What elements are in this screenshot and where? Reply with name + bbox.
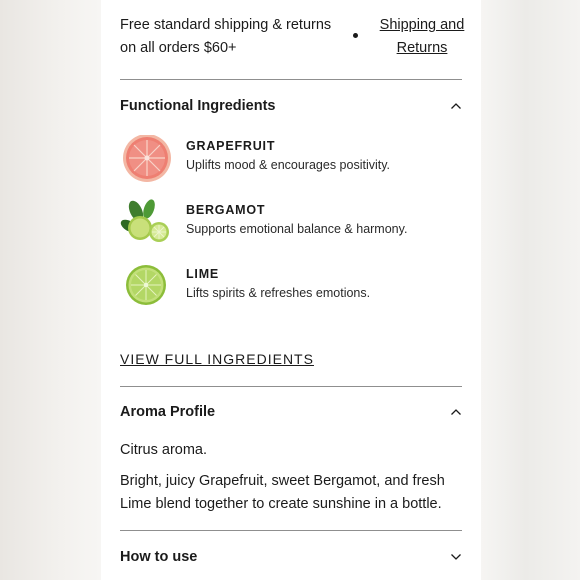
- bullet-separator: [353, 33, 358, 38]
- chevron-up-icon: [451, 409, 461, 415]
- ingredient-name: BERGAMOT: [186, 203, 266, 217]
- chevron-up-icon: [451, 103, 461, 109]
- chevron-down-icon: [451, 554, 461, 560]
- aroma-description: Bright, juicy Grapefruit, sweet Bergamot…: [120, 473, 445, 512]
- background-right: [481, 0, 580, 580]
- view-full-ingredients-link[interactable]: VIEW FULL INGREDIENTS: [120, 351, 314, 367]
- functional-ingredients-header[interactable]: Functional Ingredients: [120, 94, 462, 118]
- product-details-panel: Free standard shipping & returns on all …: [101, 0, 481, 580]
- ingredient-name: LIME: [186, 267, 220, 281]
- ingredient-name: GRAPEFRUIT: [186, 139, 276, 153]
- shipping-row: Free standard shipping & returns on all …: [120, 14, 464, 64]
- bergamot-icon: [120, 199, 169, 242]
- ingredient-grapefruit: GRAPEFRUIT Uplifts mood & encourages pos…: [120, 135, 462, 185]
- section-title: Functional Ingredients: [120, 98, 276, 114]
- background-left: [0, 0, 101, 580]
- divider: [120, 386, 462, 387]
- ingredient-bergamot: BERGAMOT Supports emotional balance & ha…: [120, 199, 462, 249]
- ingredient-description: Uplifts mood & encourages positivity.: [186, 158, 391, 172]
- ingredient-description: Supports emotional balance & harmony.: [186, 222, 408, 236]
- section-title: How to use: [120, 549, 198, 565]
- aroma-profile-header[interactable]: Aroma Profile: [120, 400, 462, 424]
- aroma-summary: Citrus aroma.: [120, 442, 208, 458]
- shipping-text: Free standard shipping & returns on all …: [120, 17, 332, 56]
- ingredient-lime: LIME Lifts spirits & refreshes emotions.: [120, 263, 462, 313]
- divider: [120, 79, 462, 80]
- shipping-returns-link[interactable]: Shipping and Returns: [370, 14, 474, 60]
- grapefruit-icon: [123, 135, 171, 182]
- lime-icon: [126, 265, 166, 305]
- how-to-use-header[interactable]: How to use: [120, 545, 462, 569]
- divider: [120, 530, 462, 531]
- section-title: Aroma Profile: [120, 404, 216, 420]
- ingredient-description: Lifts spirits & refreshes emotions.: [186, 286, 371, 300]
